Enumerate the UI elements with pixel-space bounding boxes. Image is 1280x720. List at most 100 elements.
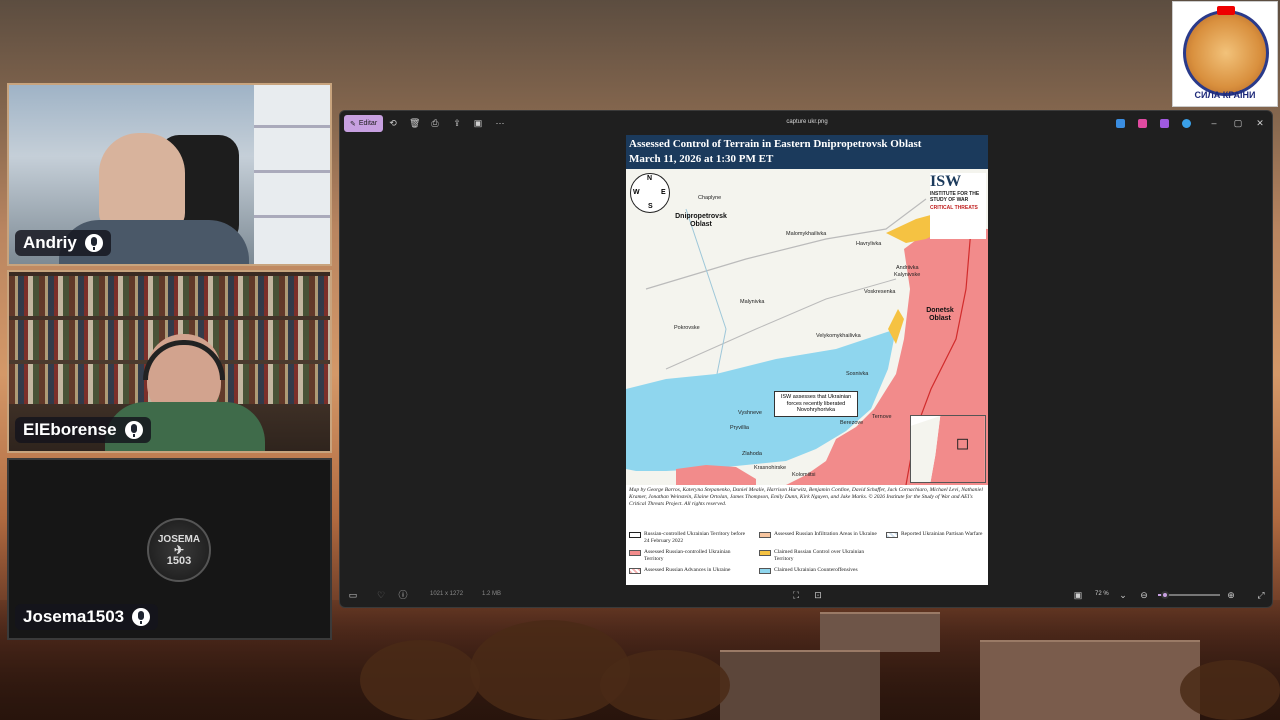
name-badge: ElEborense — [15, 417, 151, 443]
legend-swatch — [629, 532, 641, 538]
legend-label: Assessed Russian Advances in Ukraine — [644, 567, 731, 573]
compass-north: N — [647, 175, 653, 182]
place-label: Chaplyne — [698, 195, 722, 201]
image-dimensions: 1021 x 1272 — [430, 591, 464, 597]
place-label: Zlahoda — [742, 451, 762, 457]
rotate-icon[interactable]: ⟲ — [388, 118, 398, 128]
legend-label: Assessed Russian Infiltration Areas in U… — [774, 531, 877, 537]
background-building — [720, 650, 880, 720]
place-label: Voskresenka — [864, 289, 896, 295]
place-label: Pryvillia — [730, 425, 749, 431]
participant-name: Andriy — [23, 233, 77, 252]
close-icon[interactable]: ✕ — [1254, 117, 1266, 129]
place-label: Andriivka — [896, 265, 919, 271]
shelf-board — [254, 170, 330, 173]
app-icon[interactable] — [1116, 119, 1125, 128]
print-icon[interactable]: ⎙ — [430, 118, 440, 128]
legend-swatch — [629, 550, 641, 556]
status-bar: ▭ ♡ ⓘ 1021 x 1272 1.2 MB ⛶ ⊡ ▣ 72 % ⌄ ⊖ … — [340, 583, 1272, 607]
legend-item: Claimed Ukrainian Counteroffensives — [759, 567, 879, 574]
legend-label: Russian-controlled Ukrainian Territory b… — [644, 531, 746, 544]
shelf-board — [254, 125, 330, 128]
name-badge: Andriy — [15, 230, 111, 256]
background-tree — [1180, 660, 1280, 720]
legend-swatch — [759, 550, 771, 556]
participant-name: Josema1503 — [23, 607, 125, 626]
actual-size-icon[interactable]: ⊡ — [813, 590, 823, 600]
compass-south: S — [648, 203, 653, 210]
place-label: Vyshneve — [738, 410, 762, 416]
zoom-out-icon[interactable]: ⊖ — [1139, 590, 1149, 600]
cloud-icon[interactable] — [1182, 119, 1191, 128]
fit-to-window-icon[interactable]: ⛶ — [791, 590, 801, 600]
place-label: Malomykhailivka — [786, 231, 827, 237]
chevron-down-icon[interactable]: ⌄ — [1118, 590, 1128, 600]
more-icon[interactable]: ⋯ — [495, 118, 505, 128]
youtube-icon — [1217, 6, 1235, 15]
channel-logo-text: СИЛА КРАЇНИ — [1194, 90, 1256, 100]
edit-button[interactable]: ✎ Editar — [344, 115, 384, 132]
bookshelf-row — [9, 276, 330, 316]
shelf-board — [254, 215, 330, 218]
share-icon[interactable]: ⇪ — [452, 118, 462, 128]
map-image[interactable]: Assessed Control of Terrain in Eastern D… — [626, 135, 988, 585]
legend-swatch — [759, 568, 771, 574]
inset-map-graphic — [911, 416, 985, 482]
oblast-label-west: Dnipropetrovsk Oblast — [675, 213, 727, 228]
russian-controlled-area — [676, 465, 756, 485]
microphone-icon — [132, 608, 151, 626]
microphone-icon — [84, 234, 103, 252]
legend-label: Reported Ukrainian Partisan Warfare — [901, 531, 983, 537]
screen-icon[interactable]: ▣ — [1073, 590, 1083, 600]
place-label: Malynivka — [740, 299, 765, 305]
place-label: Pokrovske — [674, 325, 700, 331]
place-label: Havrylivka — [856, 241, 882, 247]
photo-viewer-window[interactable]: ✎ Editar ⟲ 🗑 ⎙ ⇪ ▣ ⋯ capture ukr.png – ▢… — [339, 110, 1273, 608]
isw-logo-subtitle: INSTITUTE FOR THE STUDY OF WAR — [930, 191, 980, 203]
info-icon[interactable]: ⓘ — [398, 590, 408, 600]
channel-logo-emblem — [1183, 10, 1269, 96]
zoom-slider-handle[interactable] — [1161, 591, 1170, 599]
map-callout: ISW assesses that Ukrainian forces recen… — [774, 391, 858, 417]
compass-east: E — [661, 189, 666, 196]
microphone-icon — [124, 421, 143, 439]
delete-icon[interactable]: 🗑 — [409, 118, 420, 128]
participant-tile-eleborense[interactable]: ElEborense — [7, 270, 332, 453]
map-body: N S E W Dnipropetrovsk Oblast Donetsk Ob… — [626, 169, 988, 485]
zoom-in-icon[interactable]: ⊕ — [1226, 590, 1236, 600]
zoom-slider[interactable] — [1158, 591, 1220, 599]
background-building — [820, 612, 940, 652]
window-title: capture ukr.png — [786, 119, 828, 125]
app-icon[interactable] — [1138, 119, 1147, 128]
slideshow-icon[interactable]: ▣ — [473, 118, 483, 128]
isw-logo: ISW INSTITUTE FOR THE STUDY OF WAR CRITI… — [930, 173, 986, 239]
filmstrip-icon[interactable]: ▭ — [348, 590, 358, 600]
airplane-icon: ✈ — [173, 543, 185, 557]
legend-swatch — [629, 568, 641, 574]
favorite-icon[interactable]: ♡ — [376, 590, 386, 600]
map-title: Assessed Control of Terrain in Eastern D… — [629, 138, 922, 150]
fullscreen-icon[interactable]: ⤢ — [1256, 590, 1266, 600]
zoom-level[interactable]: 72 % — [1095, 591, 1109, 597]
map-header: Assessed Control of Terrain in Eastern D… — [626, 135, 988, 169]
legend-swatch — [759, 532, 771, 538]
place-label: Sosnivka — [846, 371, 869, 377]
legend-label: Assessed Russian-controlled Ukrainian Te… — [644, 549, 731, 562]
app-icon[interactable] — [1160, 119, 1169, 128]
background-tree — [360, 640, 480, 720]
legend-item: Assessed Russian Infiltration Areas in U… — [759, 531, 879, 538]
title-bar[interactable]: ✎ Editar ⟲ 🗑 ⎙ ⇪ ▣ ⋯ capture ukr.png – ▢… — [340, 111, 1272, 137]
place-label: Kolomiitsi — [792, 472, 816, 478]
minimize-icon[interactable]: – — [1208, 117, 1220, 129]
avatar: JOSEMA ✈ 1503 — [147, 518, 211, 582]
edit-button-label: Editar — [358, 120, 378, 127]
participant-tile-andriy[interactable]: Andriy — [7, 83, 332, 266]
participant-tile-josema1503[interactable]: JOSEMA ✈ 1503 Josema1503 — [7, 458, 332, 640]
participant-video-andriy — [99, 133, 185, 233]
maximize-icon[interactable]: ▢ — [1232, 117, 1244, 129]
legend-swatch — [886, 532, 898, 538]
background-building — [980, 640, 1200, 720]
critical-threats-logo-text: CRITICAL THREATS — [930, 205, 978, 211]
map-credits: Map by George Barros, Kateryna Stepanenk… — [629, 487, 983, 507]
participant-name: ElEborense — [23, 420, 117, 439]
